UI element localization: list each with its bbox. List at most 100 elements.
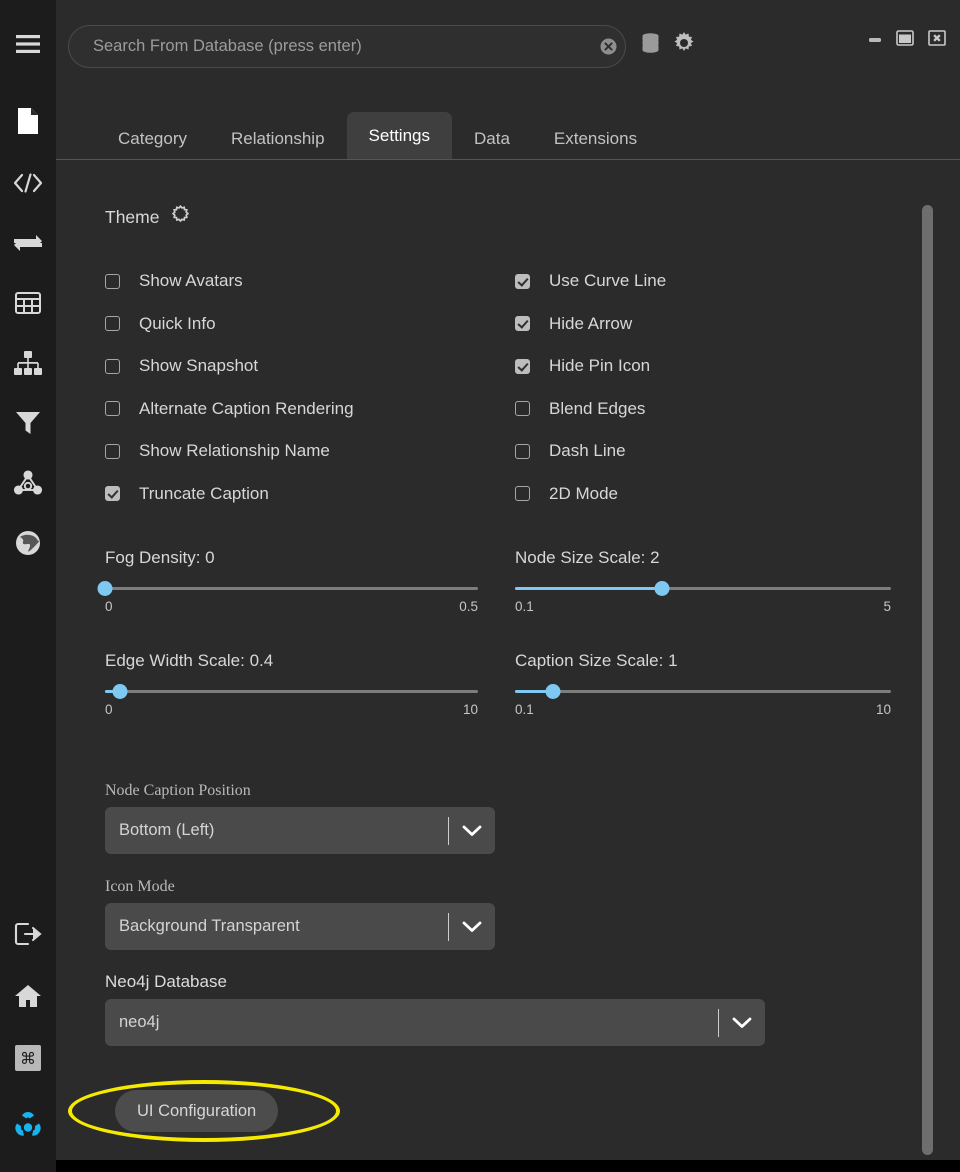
- select-value: Bottom (Left): [105, 821, 448, 840]
- select-label: Node Caption Position: [105, 782, 495, 800]
- app-window: ⌘: [0, 0, 960, 1172]
- logout-icon[interactable]: [8, 914, 48, 954]
- search-bar[interactable]: [68, 25, 626, 68]
- home-icon[interactable]: [8, 976, 48, 1016]
- checkbox-input[interactable]: [105, 359, 120, 374]
- chevron-down-icon[interactable]: [719, 1016, 765, 1029]
- menu-icon[interactable]: [8, 24, 48, 64]
- chevron-down-icon[interactable]: [449, 824, 495, 837]
- checkbox-label: Show Avatars: [139, 271, 243, 291]
- checkbox-row-show-relationship-name[interactable]: Show Relationship Name: [105, 430, 525, 473]
- slider-thumb[interactable]: [98, 581, 113, 596]
- checkbox-row-truncate-caption[interactable]: Truncate Caption: [105, 473, 525, 516]
- checkbox-row-show-snapshot[interactable]: Show Snapshot: [105, 345, 525, 388]
- slider-thumb[interactable]: [545, 684, 560, 699]
- checkbox-input[interactable]: [515, 444, 530, 459]
- window-controls: ✖: [868, 30, 946, 46]
- tab-extensions[interactable]: Extensions: [532, 118, 659, 160]
- tab-relationship[interactable]: Relationship: [209, 118, 347, 160]
- checkbox-input[interactable]: [515, 359, 530, 374]
- checkbox-row-blend-edges[interactable]: Blend Edges: [515, 388, 935, 431]
- checkbox-row-hide-pin-icon[interactable]: Hide Pin Icon: [515, 345, 935, 388]
- database-icon[interactable]: [642, 33, 659, 59]
- top-bar: ✖: [56, 0, 960, 92]
- settings-content: Theme Show AvatarsQuick InfoShow Snapsho…: [56, 160, 960, 1160]
- checkbox-input[interactable]: [105, 486, 120, 501]
- slider-fog-density: Fog Density: 000.5: [105, 548, 478, 614]
- close-button[interactable]: ✖: [928, 30, 946, 46]
- checkbox-row-use-curve-line[interactable]: Use Curve Line: [515, 260, 935, 303]
- select-value: Background Transparent: [105, 917, 448, 936]
- search-input[interactable]: [69, 37, 591, 56]
- checkbox-row-show-avatars[interactable]: Show Avatars: [105, 260, 525, 303]
- maximize-button[interactable]: [896, 30, 914, 46]
- radiation-icon[interactable]: [8, 1104, 48, 1144]
- code-icon[interactable]: [8, 163, 48, 203]
- select-label: Icon Mode: [105, 878, 495, 896]
- checkbox-row-alternate-caption-rendering[interactable]: Alternate Caption Rendering: [105, 388, 525, 431]
- slider-track[interactable]: [515, 587, 891, 590]
- checkbox-label: Use Curve Line: [549, 271, 666, 291]
- command-icon[interactable]: ⌘: [8, 1038, 48, 1078]
- checkbox-label: Alternate Caption Rendering: [139, 399, 354, 419]
- checkbox-input[interactable]: [515, 486, 530, 501]
- checkbox-label: Blend Edges: [549, 399, 645, 419]
- slider-track[interactable]: [105, 690, 478, 693]
- table-icon[interactable]: [8, 283, 48, 323]
- ui-configuration-button[interactable]: UI Configuration: [115, 1090, 278, 1132]
- clear-circle-icon[interactable]: [591, 38, 625, 55]
- slider-max-label: 5: [883, 599, 891, 614]
- checkbox-label: Truncate Caption: [139, 484, 269, 504]
- checkbox-input[interactable]: [515, 274, 530, 289]
- slider-fill: [515, 587, 662, 590]
- select-control[interactable]: Background Transparent: [105, 903, 495, 950]
- checkbox-row-dash-line[interactable]: Dash Line: [515, 430, 935, 473]
- slider-min-label: 0.1: [515, 599, 534, 614]
- checkbox-row-2d-mode[interactable]: 2D Mode: [515, 473, 935, 516]
- select-control[interactable]: Bottom (Left): [105, 807, 495, 854]
- hierarchy-icon[interactable]: [8, 343, 48, 383]
- filter-icon[interactable]: [8, 403, 48, 443]
- slider-title: Edge Width Scale: 0.4: [105, 651, 478, 671]
- checkbox-label: Show Snapshot: [139, 356, 258, 376]
- slider-min-label: 0: [105, 599, 113, 614]
- svg-text:✖: ✖: [932, 32, 941, 45]
- tab-bar: CategoryRelationshipSettingsDataExtensio…: [56, 110, 960, 160]
- tab-settings[interactable]: Settings: [347, 112, 452, 160]
- slider-edge-width-scale: Edge Width Scale: 0.4010: [105, 651, 478, 717]
- checkbox-row-hide-arrow[interactable]: Hide Arrow: [515, 303, 935, 346]
- slider-thumb[interactable]: [112, 684, 127, 699]
- checkbox-input[interactable]: [515, 401, 530, 416]
- minimize-button[interactable]: [868, 31, 882, 45]
- checkbox-label: Hide Pin Icon: [549, 356, 650, 376]
- select-control[interactable]: neo4j: [105, 999, 765, 1046]
- slider-track[interactable]: [515, 690, 891, 693]
- network-icon[interactable]: [8, 463, 48, 503]
- select-neo4j-database: Neo4j Database neo4j: [105, 972, 765, 1046]
- scrollbar-thumb[interactable]: [922, 205, 933, 1155]
- globe-icon[interactable]: [8, 523, 48, 563]
- sun-icon[interactable]: [171, 205, 190, 229]
- tab-data[interactable]: Data: [452, 118, 532, 160]
- checkbox-column-right: Use Curve Line Hide Arrow Hide Pin Icon Ble…: [515, 260, 935, 515]
- main-panel: ✖ CategoryRelationshipSettingsDataExtens…: [56, 0, 960, 1160]
- gear-icon[interactable]: [673, 32, 695, 59]
- slider-thumb[interactable]: [654, 581, 669, 596]
- tab-category[interactable]: Category: [96, 118, 209, 160]
- checkbox-input[interactable]: [105, 274, 120, 289]
- select-label: Neo4j Database: [105, 972, 765, 992]
- checkbox-input[interactable]: [105, 316, 120, 331]
- slider-title: Node Size Scale: 2: [515, 548, 891, 568]
- transfer-icon[interactable]: [8, 223, 48, 263]
- slider-track[interactable]: [105, 587, 478, 590]
- checkbox-input[interactable]: [105, 401, 120, 416]
- checkbox-input[interactable]: [105, 444, 120, 459]
- checkbox-input[interactable]: [515, 316, 530, 331]
- checkbox-label: Dash Line: [549, 441, 626, 461]
- checkbox-label: 2D Mode: [549, 484, 618, 504]
- chevron-down-icon[interactable]: [449, 920, 495, 933]
- slider-min-label: 0.1: [515, 702, 534, 717]
- document-icon[interactable]: [8, 101, 48, 141]
- slider-max-label: 10: [876, 702, 891, 717]
- checkbox-row-quick-info[interactable]: Quick Info: [105, 303, 525, 346]
